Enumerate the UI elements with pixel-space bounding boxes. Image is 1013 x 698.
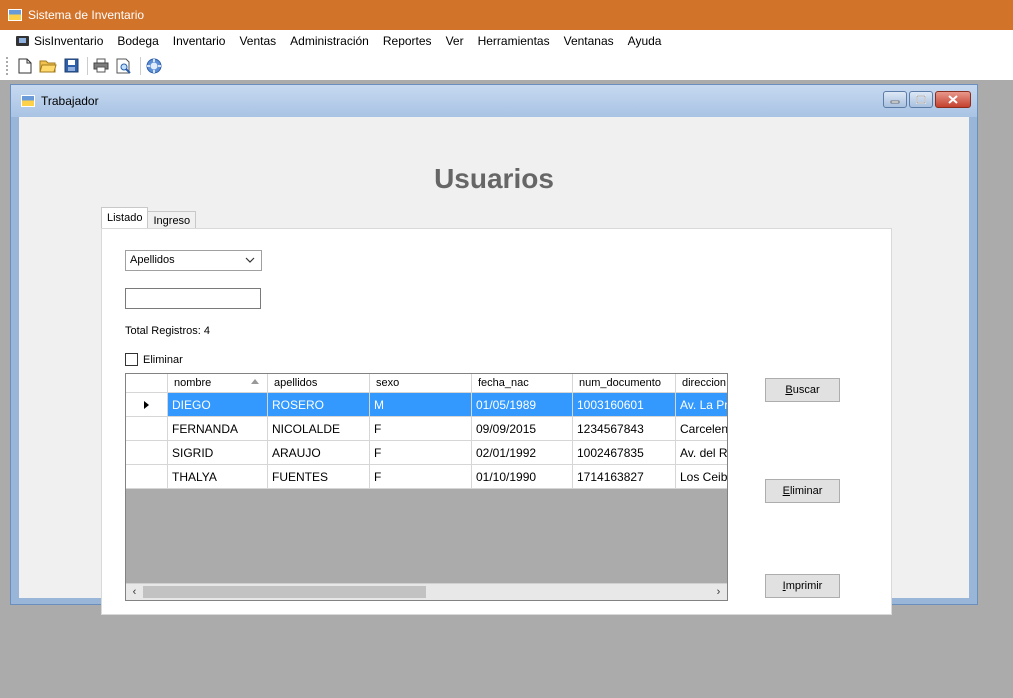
tab-listado[interactable]: Listado — [101, 207, 149, 229]
search-input[interactable] — [125, 288, 261, 309]
row-selector[interactable] — [126, 417, 168, 441]
cell-direccion[interactable]: Av. del Re — [676, 441, 727, 465]
menu-bodega[interactable]: Bodega — [111, 32, 166, 50]
sort-ascending-icon — [251, 379, 259, 384]
delete-checkbox-wrap[interactable]: Eliminar — [125, 353, 183, 366]
grid-header: nombre apellidos sexo fecha_nac num_docu… — [126, 374, 727, 393]
cell-sexo[interactable]: F — [370, 465, 472, 489]
cell-apellidos[interactable]: ARAUJO — [268, 441, 370, 465]
row-selector[interactable] — [126, 393, 168, 417]
scrollbar-thumb[interactable] — [143, 586, 426, 598]
column-header-direccion[interactable]: direccion — [676, 374, 727, 393]
column-header-sexo[interactable]: sexo — [370, 374, 472, 393]
cell-nombre[interactable]: DIEGO — [168, 393, 268, 417]
maximize-icon[interactable] — [909, 91, 933, 108]
child-window-client: Usuarios Listado Ingreso Apellidos Total… — [19, 117, 969, 615]
row-selector[interactable] — [126, 441, 168, 465]
window-icon — [21, 95, 35, 107]
cell-sexo[interactable]: M — [370, 393, 472, 417]
menu-ventas[interactable]: Ventas — [233, 32, 284, 50]
cell-apellidos[interactable]: FUENTES — [268, 465, 370, 489]
toolbar — [0, 52, 1013, 80]
chevron-down-icon — [245, 255, 255, 265]
page-title: Usuarios — [434, 163, 554, 194]
table-row[interactable]: DIEGO ROSERO M 01/05/1989 1003160601 Av.… — [126, 393, 727, 417]
cell-num-documento[interactable]: 1002467835 — [573, 441, 676, 465]
delete-checkbox-label: Eliminar — [143, 353, 183, 366]
cell-direccion[interactable]: Av. La Pre — [676, 393, 727, 417]
help-icon[interactable] — [144, 56, 164, 76]
users-grid[interactable]: nombre apellidos sexo fecha_nac num_docu… — [125, 373, 728, 601]
current-row-arrow-icon — [144, 400, 149, 409]
delete-checkbox[interactable] — [125, 353, 138, 366]
close-icon[interactable] — [935, 91, 971, 108]
minimize-icon[interactable] — [883, 91, 907, 108]
cell-fecha-nac[interactable]: 02/01/1992 — [472, 441, 573, 465]
search-field-select[interactable]: Apellidos — [125, 250, 262, 271]
table-row[interactable]: THALYA FUENTES F 01/10/1990 1714163827 L… — [126, 465, 727, 489]
cell-fecha-nac[interactable]: 09/09/2015 — [472, 417, 573, 441]
cell-nombre[interactable]: SIGRID — [168, 441, 268, 465]
tab-strip: Listado Ingreso — [101, 207, 197, 229]
cell-num-documento[interactable]: 1714163827 — [573, 465, 676, 489]
open-folder-icon[interactable] — [38, 56, 58, 76]
tab-ingreso[interactable]: Ingreso — [147, 211, 197, 229]
table-row[interactable]: FERNANDA NICOLALDE F 09/09/2015 12345678… — [126, 417, 727, 441]
cell-apellidos[interactable]: ROSERO — [268, 393, 370, 417]
cell-num-documento[interactable]: 1234567843 — [573, 417, 676, 441]
menu-ver[interactable]: Ver — [440, 32, 472, 50]
grid-rows: DIEGO ROSERO M 01/05/1989 1003160601 Av.… — [126, 393, 727, 489]
column-header-num-documento[interactable]: num_documento — [573, 374, 676, 393]
delete-button[interactable]: Eliminar — [765, 479, 840, 503]
column-header-nombre[interactable]: nombre — [168, 374, 268, 393]
column-header-fecha-nac[interactable]: fecha_nac — [472, 374, 573, 393]
toolbar-separator — [140, 56, 141, 75]
app-title: Sistema de Inventario — [28, 8, 145, 22]
cell-direccion[interactable]: Los Ceibos — [676, 465, 727, 489]
scroll-left-icon[interactable]: ‹ — [126, 584, 143, 600]
print-icon[interactable] — [91, 56, 111, 76]
cell-num-documento[interactable]: 1003160601 — [573, 393, 676, 417]
horizontal-scrollbar[interactable]: ‹ › — [126, 583, 727, 600]
cell-sexo[interactable]: F — [370, 441, 472, 465]
menu-sisinventario[interactable]: SisInventario — [10, 32, 111, 50]
row-selector[interactable] — [126, 465, 168, 489]
cell-sexo[interactable]: F — [370, 417, 472, 441]
cell-direccion[interactable]: Carcelen — [676, 417, 727, 441]
child-window-trabajador: Trabajador Usuarios Listado Ingreso Apel… — [10, 84, 978, 615]
app-menu-icon — [16, 36, 29, 46]
print-button[interactable]: Imprimir — [765, 574, 840, 598]
grid-corner — [126, 374, 168, 393]
search-button[interactable]: Buscar — [765, 378, 840, 402]
tab-panel-listado: Apellidos Total Registros: 4 Eliminar no… — [101, 228, 892, 615]
cell-fecha-nac[interactable]: 01/10/1990 — [472, 465, 573, 489]
app-icon — [8, 9, 22, 21]
window-controls — [881, 91, 971, 108]
search-field-value: Apellidos — [130, 254, 175, 266]
cell-apellidos[interactable]: NICOLALDE — [268, 417, 370, 441]
cell-nombre[interactable]: FERNANDA — [168, 417, 268, 441]
table-row[interactable]: SIGRID ARAUJO F 02/01/1992 1002467835 Av… — [126, 441, 727, 465]
save-icon[interactable] — [61, 56, 81, 76]
toolbar-separator — [87, 56, 88, 75]
menu-ventanas[interactable]: Ventanas — [558, 32, 622, 50]
column-header-apellidos[interactable]: apellidos — [268, 374, 370, 393]
scroll-right-icon[interactable]: › — [710, 584, 727, 600]
toolbar-grip[interactable] — [6, 56, 9, 75]
menu-herramientas[interactable]: Herramientas — [472, 32, 558, 50]
cell-nombre[interactable]: THALYA — [168, 465, 268, 489]
total-records-label: Total Registros: 4 — [125, 325, 210, 337]
cell-fecha-nac[interactable]: 01/05/1989 — [472, 393, 573, 417]
menu-reportes[interactable]: Reportes — [377, 32, 440, 50]
print-preview-icon[interactable] — [114, 56, 134, 76]
menu-ayuda[interactable]: Ayuda — [622, 32, 670, 50]
new-file-icon[interactable] — [15, 56, 35, 76]
menubar: SisInventario Bodega Inventario Ventas A… — [0, 30, 1013, 52]
child-window-title: Trabajador — [41, 94, 99, 108]
app-titlebar: Sistema de Inventario — [0, 0, 1013, 30]
menu-inventario[interactable]: Inventario — [167, 32, 234, 50]
menu-administracion[interactable]: Administración — [284, 32, 377, 50]
child-window-titlebar[interactable]: Trabajador — [11, 85, 977, 117]
